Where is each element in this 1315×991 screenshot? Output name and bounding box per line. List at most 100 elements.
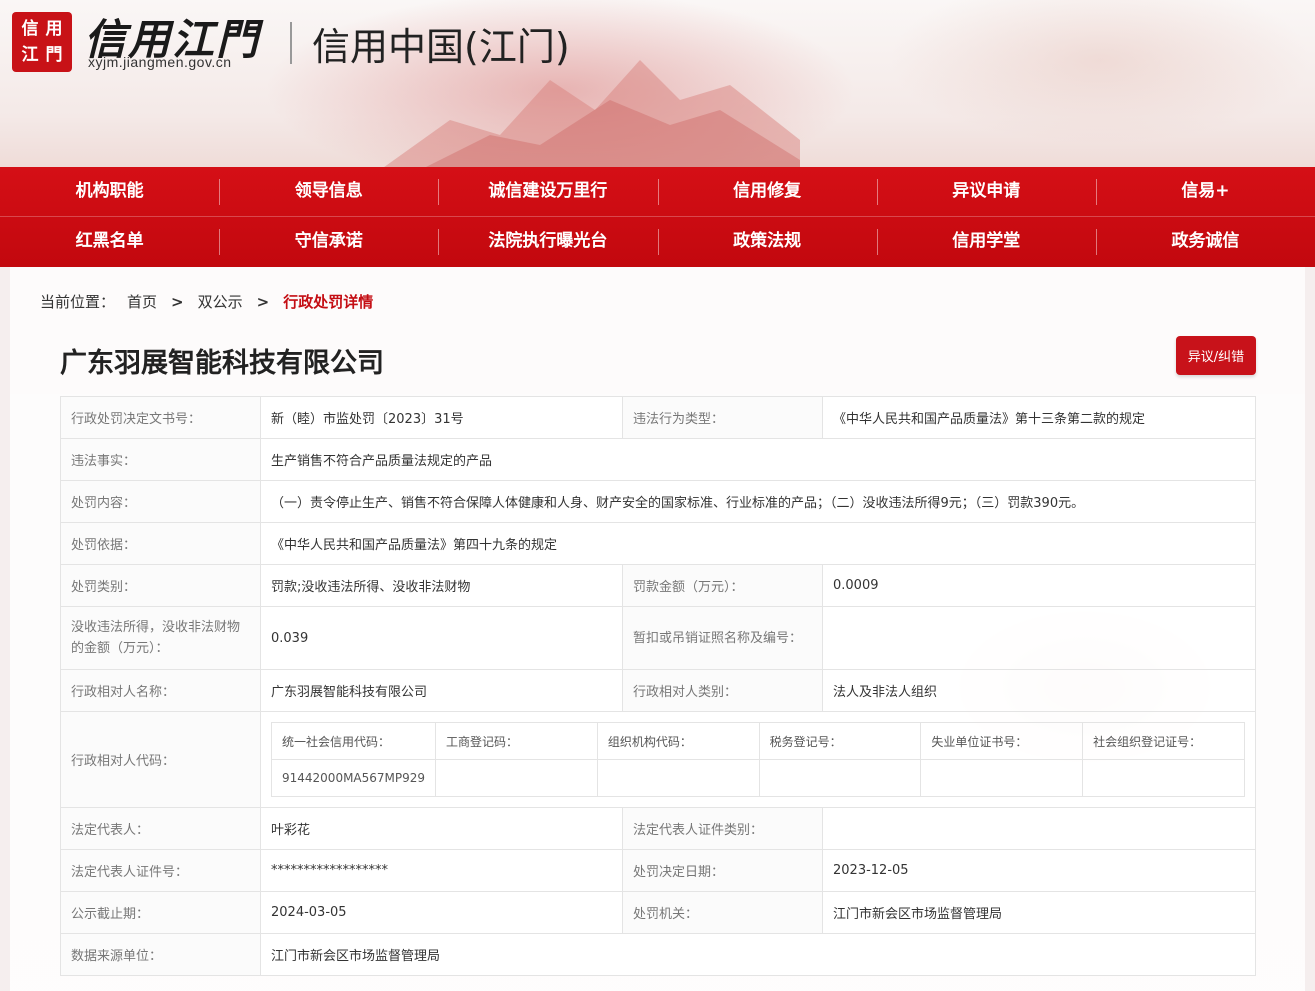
party-type-label: 行政相对人类别： <box>622 669 823 712</box>
decision-date-value: 2023-12-05 <box>822 849 1256 892</box>
code-header-org-code: 组织机构代码： <box>596 722 760 760</box>
party-type-value: 法人及非法人组织 <box>822 669 1256 712</box>
code-value-uscc: 91442000MA567MP929 <box>270 759 437 797</box>
violation-type-label: 违法行为类型： <box>622 396 823 439</box>
table-row: 处罚类别： 罚款;没收违法所得、没收非法财物 罚款金额（万元）： 0.0009 <box>60 564 1256 607</box>
breadcrumb-home[interactable]: 首页 <box>127 291 157 312</box>
table-row: 公示截止期： 2024-03-05 处罚机关： 江门市新会区市场监督管理局 <box>60 891 1256 934</box>
nav-item-gov-integrity[interactable]: 政务诚信 <box>1095 217 1315 266</box>
seal-char: 門 <box>45 45 63 65</box>
table-row: 数据来源单位： 江门市新会区市场监督管理局 <box>60 933 1256 976</box>
code-value-org-code <box>596 759 760 797</box>
site-header: 信 用 江 門 信用江門 xyjm.jiangmen.gov.cn 信用中国(江… <box>0 0 1315 167</box>
decision-date-label: 处罚决定日期： <box>622 849 823 892</box>
code-value-business-reg <box>435 759 598 797</box>
code-value-unemployment <box>920 759 1084 797</box>
code-value-tax-reg <box>758 759 922 797</box>
company-title: 广东羽展智能科技有限公司 <box>60 348 384 379</box>
legal-rep-label: 法定代表人： <box>60 807 261 850</box>
table-row: 法定代表人： 叶彩花 法定代表人证件类别： <box>60 807 1256 850</box>
breadcrumb-section[interactable]: 双公示 <box>198 291 243 312</box>
source-value: 江门市新会区市场监督管理局 <box>260 933 1256 976</box>
party-code-label: 行政相对人代码： <box>60 711 261 808</box>
nav-item-court-exposure[interactable]: 法院执行曝光台 <box>438 217 657 266</box>
legal-rep-id-value: ****************** <box>260 849 623 892</box>
fine-label: 罚款金额（万元）： <box>622 564 823 607</box>
code-header-business-reg: 工商登记码： <box>435 722 598 760</box>
breadcrumb-current: 行政处罚详情 <box>283 293 374 311</box>
code-header-tax-reg: 税务登记号： <box>758 722 922 760</box>
nav-item-integrity-tour[interactable]: 诚信建设万里行 <box>438 167 657 216</box>
party-code-cell: 统一社会信用代码： 工商登记码： 组织机构代码： 税务登记号： 失业单位证书号：… <box>260 711 1256 808</box>
doc-no-value: 新（睦）市监处罚〔2023〕31号 <box>260 396 623 439</box>
main-content: 当前位置： 首页 > 双公示 > 行政处罚详情 广东羽展智能科技有限公司 异议/… <box>10 267 1305 991</box>
breadcrumb-separator: > <box>256 292 270 311</box>
category-label: 处罚类别： <box>60 564 261 607</box>
breadcrumb-lead: 当前位置： <box>40 293 116 311</box>
nav-row-2: 红黑名单 守信承诺 法院执行曝光台 政策法规 信用学堂 政务诚信 <box>0 217 1315 266</box>
nav-item-xinyi-plus[interactable]: 信易+ <box>1095 167 1315 216</box>
party-name-value: 广东羽展智能科技有限公司 <box>260 669 623 712</box>
site-title[interactable]: 信用中国(江门) <box>312 16 570 71</box>
nav-item-red-black-list[interactable]: 红黑名单 <box>0 217 219 266</box>
logo-divider <box>290 22 292 64</box>
code-value-social-org <box>1082 759 1245 797</box>
seal-char: 用 <box>45 19 63 39</box>
basis-value: 《中华人民共和国产品质量法》第四十九条的规定 <box>260 522 1256 565</box>
fine-value: 0.0009 <box>822 564 1256 607</box>
code-header-unemployment: 失业单位证书号： <box>920 722 1084 760</box>
license-value <box>822 606 1256 670</box>
facts-value: 生产销售不符合产品质量法规定的产品 <box>260 438 1256 481</box>
nav-item-institution[interactable]: 机构职能 <box>0 167 219 216</box>
confiscation-label: 没收违法所得，没收非法财物的金额（万元）： <box>60 606 261 670</box>
main-nav: 机构职能 领导信息 诚信建设万里行 信用修复 异议申请 信易+ 红黑名单 守信承… <box>0 167 1315 267</box>
penalty-detail-table: 行政处罚决定文书号： 新（睦）市监处罚〔2023〕31号 违法行为类型： 《中华… <box>60 396 1256 976</box>
objection-button[interactable]: 异议/纠错 <box>1176 336 1256 375</box>
table-row: 没收违法所得，没收非法财物的金额（万元）： 0.039 暂扣或吊销证照名称及编号… <box>60 606 1256 670</box>
nav-item-credit-school[interactable]: 信用学堂 <box>876 217 1096 266</box>
table-row: 处罚依据： 《中华人民共和国产品质量法》第四十九条的规定 <box>60 522 1256 565</box>
party-name-label: 行政相对人名称： <box>60 669 261 712</box>
nav-item-commitment[interactable]: 守信承诺 <box>219 217 438 266</box>
confiscation-value: 0.039 <box>260 606 623 670</box>
violation-type-value: 《中华人民共和国产品质量法》第十三条第二款的规定 <box>822 396 1256 439</box>
table-row: 法定代表人证件号： ****************** 处罚决定日期： 202… <box>60 849 1256 892</box>
nav-item-leaders[interactable]: 领导信息 <box>219 167 438 216</box>
seal-char: 江 <box>21 45 39 65</box>
legal-rep-id-type-label: 法定代表人证件类别： <box>622 807 823 850</box>
legal-rep-id-label: 法定代表人证件号： <box>60 849 261 892</box>
table-row: 处罚内容： （一）责令停止生产、销售不符合保障人体健康和人身、财产安全的国家标准… <box>60 480 1256 523</box>
table-row: 行政相对人名称： 广东羽展智能科技有限公司 行政相对人类别： 法人及非法人组织 <box>60 669 1256 712</box>
code-value-row: 91442000MA567MP929 <box>270 759 1245 797</box>
legal-rep-value: 叶彩花 <box>260 807 623 850</box>
table-row: 行政相对人代码： 统一社会信用代码： 工商登记码： 组织机构代码： 税务登记号：… <box>60 711 1256 808</box>
table-row: 违法事实： 生产销售不符合产品质量法规定的产品 <box>60 438 1256 481</box>
breadcrumb: 当前位置： 首页 > 双公示 > 行政处罚详情 <box>40 291 373 312</box>
license-label: 暂扣或吊销证照名称及编号： <box>622 606 823 670</box>
nav-item-objection[interactable]: 异议申请 <box>876 167 1096 216</box>
facts-label: 违法事实： <box>60 438 261 481</box>
site-domain: xyjm.jiangmen.gov.cn <box>88 54 232 70</box>
authority-value: 江门市新会区市场监督管理局 <box>822 891 1256 934</box>
deadline-label: 公示截止期： <box>60 891 261 934</box>
nav-item-policy[interactable]: 政策法规 <box>657 217 877 266</box>
table-row: 行政处罚决定文书号： 新（睦）市监处罚〔2023〕31号 违法行为类型： 《中华… <box>60 396 1256 439</box>
doc-no-label: 行政处罚决定文书号： <box>60 396 261 439</box>
party-code-table: 统一社会信用代码： 工商登记码： 组织机构代码： 税务登记号： 失业单位证书号：… <box>270 722 1245 797</box>
seal-char: 信 <box>21 19 39 39</box>
nav-item-credit-repair[interactable]: 信用修复 <box>657 167 877 216</box>
content-value: （一）责令停止生产、销售不符合保障人体健康和人身、财产安全的国家标准、行业标准的… <box>260 480 1256 523</box>
authority-label: 处罚机关： <box>622 891 823 934</box>
legal-rep-id-type-value <box>822 807 1256 850</box>
basis-label: 处罚依据： <box>60 522 261 565</box>
code-header-row: 统一社会信用代码： 工商登记码： 组织机构代码： 税务登记号： 失业单位证书号：… <box>270 722 1245 760</box>
category-value: 罚款;没收违法所得、没收非法财物 <box>260 564 623 607</box>
deadline-value: 2024-03-05 <box>260 891 623 934</box>
code-header-social-org: 社会组织登记证号： <box>1082 722 1245 760</box>
logo-seal[interactable]: 信 用 江 門 <box>12 12 72 72</box>
nav-row-1: 机构职能 领导信息 诚信建设万里行 信用修复 异议申请 信易+ <box>0 167 1315 216</box>
source-label: 数据来源单位： <box>60 933 261 976</box>
code-header-uscc: 统一社会信用代码： <box>270 722 437 760</box>
breadcrumb-separator: > <box>171 292 184 311</box>
content-label: 处罚内容： <box>60 480 261 523</box>
